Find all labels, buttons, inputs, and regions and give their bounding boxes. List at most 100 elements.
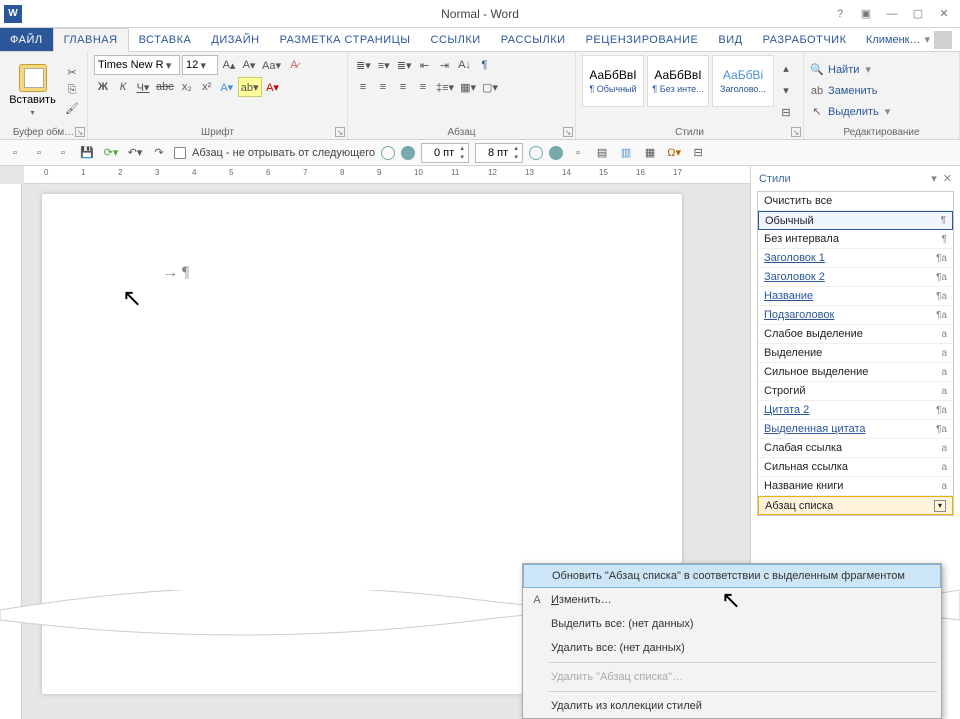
format-painter-icon[interactable]: 🖌 [63, 101, 81, 117]
style-row[interactable]: Абзац списка▾ [758, 496, 953, 515]
qat-more-icon[interactable]: ⊟ [689, 144, 707, 162]
clear-format-icon[interactable]: A̷ [285, 55, 303, 75]
shading-icon[interactable]: ▦▾ [458, 77, 478, 97]
qat-circle2[interactable] [401, 146, 415, 160]
styles-launcher[interactable]: ↘ [791, 127, 801, 137]
sort-icon[interactable]: A↓ [456, 55, 474, 75]
font-color-icon[interactable]: A▾ [264, 77, 282, 97]
ctx-remove-collection[interactable]: Удалить из коллекции стилей [523, 694, 941, 718]
subscript-button[interactable]: x₂ [178, 77, 196, 97]
highlight-icon[interactable]: ab▾ [238, 77, 262, 97]
style-heading[interactable]: АаБбВіЗаголово... [712, 55, 774, 107]
styles-up-icon[interactable]: ▴ [777, 59, 795, 79]
qat-open-icon[interactable]: ▫ [30, 144, 48, 162]
borders-icon[interactable]: ▢▾ [480, 77, 500, 97]
style-row[interactable]: Выделенная цитата¶a [758, 420, 953, 439]
outdent-icon[interactable]: ⇤ [416, 55, 434, 75]
style-row[interactable]: Обычный¶ [758, 211, 953, 230]
cut-icon[interactable]: ✂ [63, 65, 81, 81]
style-row[interactable]: Подзаголовок¶a [758, 306, 953, 325]
bold-button[interactable]: Ж [94, 77, 112, 97]
qat-circle4[interactable] [549, 146, 563, 160]
qat-omega-icon[interactable]: Ω▾ [665, 144, 683, 162]
font-name-combo[interactable]: Times New R▾ [94, 55, 180, 75]
replace-button[interactable]: abЗаменить [810, 82, 890, 100]
show-marks-icon[interactable]: ¶ [476, 55, 494, 75]
spacing-after-spin[interactable]: ▴▾ [475, 143, 523, 163]
style-nospacing[interactable]: АаБбВвI¶ Без инте... [647, 55, 709, 107]
align-right-icon[interactable]: ≡ [394, 77, 412, 97]
style-row[interactable]: Название¶a [758, 287, 953, 306]
multilevel-icon[interactable]: ≣▾ [395, 55, 414, 75]
style-row[interactable]: Строгийa [758, 382, 953, 401]
bullets-icon[interactable]: ≣▾ [354, 55, 373, 75]
clipboard-launcher[interactable]: ↘ [75, 127, 85, 137]
minimize-icon[interactable]: — [886, 8, 898, 20]
ctx-delete-all[interactable]: Удалить все: (нет данных) [523, 636, 941, 660]
style-row[interactable]: Сильная ссылкаa [758, 458, 953, 477]
para-launcher[interactable]: ↘ [563, 127, 573, 137]
horizontal-ruler[interactable]: 01234567891011121314151617 [24, 166, 750, 184]
qat-redo-icon[interactable]: ↷ [150, 144, 168, 162]
help-icon[interactable]: ? [834, 8, 846, 20]
font-launcher[interactable]: ↘ [335, 127, 345, 137]
pane-close-icon[interactable]: ✕ [943, 172, 952, 185]
tab-file[interactable]: ФАЙЛ [0, 28, 53, 51]
qat-undo-icon[interactable]: ↶▾ [126, 144, 144, 162]
qat-circle3[interactable] [529, 146, 543, 160]
tab-review[interactable]: РЕЦЕНЗИРОВАНИЕ [576, 28, 709, 51]
qat-book-icon[interactable]: ▥ [617, 144, 635, 162]
qat-refresh-icon[interactable]: ⟳▾ [102, 144, 120, 162]
user-account[interactable]: Клименк…▾ [858, 28, 960, 51]
underline-button[interactable]: Ч▾ [134, 77, 152, 97]
tab-refs[interactable]: ССЫЛКИ [421, 28, 491, 51]
style-row[interactable]: Сильное выделениеa [758, 363, 953, 382]
select-button[interactable]: ↖Выделить▾ [810, 103, 890, 121]
copy-icon[interactable]: ⎘ [63, 83, 81, 99]
maximize-icon[interactable]: ▢ [912, 7, 924, 20]
style-row[interactable]: Выделениеa [758, 344, 953, 363]
qat-open2-icon[interactable]: ▫ [54, 144, 72, 162]
styles-down-icon[interactable]: ▾ [777, 81, 795, 101]
paste-button[interactable]: Вставить ▾ [6, 55, 59, 126]
qat-save-icon[interactable]: 💾 [78, 144, 96, 162]
find-button[interactable]: 🔍Найти▾ [810, 61, 890, 79]
superscript-button[interactable]: x² [198, 77, 216, 97]
style-row[interactable]: Название книгиa [758, 477, 953, 496]
style-normal[interactable]: АаБбВвI¶ Обычный [582, 55, 644, 107]
change-case-icon[interactable]: Aa▾ [260, 55, 283, 75]
vertical-ruler[interactable] [0, 184, 22, 719]
style-row[interactable]: Цитата 2¶a [758, 401, 953, 420]
style-row[interactable]: Заголовок 2¶a [758, 268, 953, 287]
close-icon[interactable]: ✕ [938, 7, 950, 20]
text-effects-icon[interactable]: A▾ [218, 77, 236, 97]
style-row[interactable]: Очистить все [758, 192, 953, 211]
strike-button[interactable]: abc [154, 77, 176, 97]
tab-home[interactable]: ГЛАВНАЯ [53, 28, 129, 52]
line-spacing-icon[interactable]: ‡≡▾ [434, 77, 456, 97]
qat-para-keep-check[interactable] [174, 147, 186, 159]
tab-layout[interactable]: РАЗМЕТКА СТРАНИЦЫ [270, 28, 421, 51]
font-size-combo[interactable]: 12▾ [182, 55, 218, 75]
qat-misc2-icon[interactable]: ▤ [593, 144, 611, 162]
qat-new-icon[interactable]: ▫ [6, 144, 24, 162]
tab-view[interactable]: ВИД [708, 28, 752, 51]
qat-misc1-icon[interactable]: ▫ [569, 144, 587, 162]
styles-more-icon[interactable]: ⊟ [777, 103, 795, 123]
qat-misc3-icon[interactable]: ▦ [641, 144, 659, 162]
italic-button[interactable]: К [114, 77, 132, 97]
style-row-dropdown[interactable]: ▾ [934, 500, 946, 512]
style-row[interactable]: Заголовок 1¶a [758, 249, 953, 268]
numbering-icon[interactable]: ≡▾ [375, 55, 393, 75]
tab-mail[interactable]: РАССЫЛКИ [491, 28, 576, 51]
style-list[interactable]: Очистить всеОбычный¶Без интервала¶Заголо… [757, 191, 954, 516]
qat-circle1[interactable] [381, 146, 395, 160]
shrink-font-icon[interactable]: A▾ [240, 55, 258, 75]
align-left-icon[interactable]: ≡ [354, 77, 372, 97]
justify-icon[interactable]: ≡ [414, 77, 432, 97]
pane-opts-icon[interactable]: ▾ [931, 172, 937, 185]
ctx-select-all[interactable]: Выделить все: (нет данных) [523, 612, 941, 636]
tab-design[interactable]: ДИЗАЙН [201, 28, 269, 51]
indent-icon[interactable]: ⇥ [436, 55, 454, 75]
spacing-before-spin[interactable]: ▴▾ [421, 143, 469, 163]
